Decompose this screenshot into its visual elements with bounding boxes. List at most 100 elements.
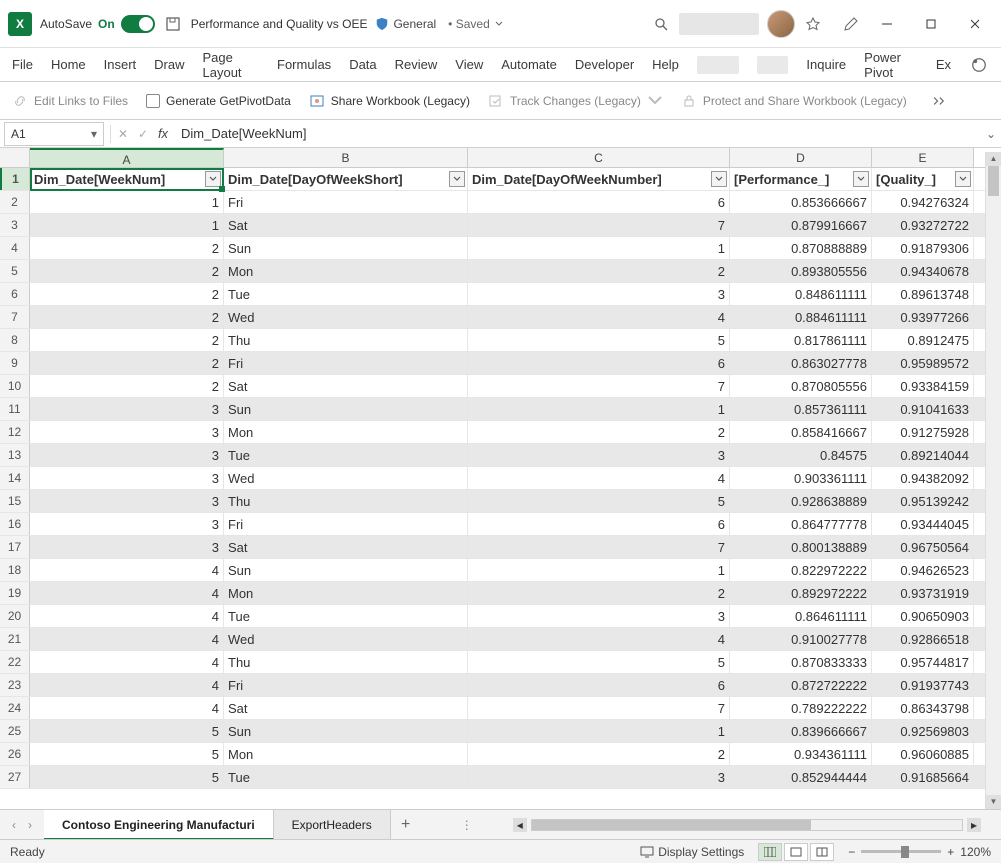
table-header-cell[interactable]: [Performance_] [730, 168, 872, 190]
cell[interactable]: 0.84575 [730, 444, 872, 466]
filter-button[interactable] [205, 171, 221, 187]
cell[interactable]: 3 [30, 467, 224, 489]
table-header-cell[interactable]: Dim_Date[WeekNum] [30, 168, 224, 190]
cell[interactable]: 2 [30, 329, 224, 351]
cell[interactable]: Sun [224, 237, 468, 259]
cell[interactable]: Fri [224, 513, 468, 535]
cell[interactable]: Mon [224, 743, 468, 765]
cell[interactable]: 0.848611111 [730, 283, 872, 305]
cell[interactable]: Tue [224, 605, 468, 627]
cell[interactable]: 0.817861111 [730, 329, 872, 351]
cell[interactable]: Sat [224, 536, 468, 558]
cell[interactable]: Sun [224, 559, 468, 581]
cell[interactable]: 7 [468, 536, 730, 558]
sheet-tab-active[interactable]: Contoso Engineering Manufacturi [44, 810, 274, 840]
cell[interactable]: 6 [468, 352, 730, 374]
cell[interactable]: 4 [30, 651, 224, 673]
cell[interactable]: 0.934361111 [730, 743, 872, 765]
cell[interactable]: 2 [30, 375, 224, 397]
sheet-menu-icon[interactable]: ⋮ [461, 818, 473, 832]
cell[interactable]: 4 [468, 628, 730, 650]
cell[interactable]: Thu [224, 651, 468, 673]
row-header[interactable]: 25 [0, 720, 30, 742]
user-avatar[interactable] [767, 10, 795, 38]
row-header[interactable]: 18 [0, 559, 30, 581]
cell[interactable]: 2 [30, 260, 224, 282]
cell[interactable]: 0.86343798 [872, 697, 974, 719]
normal-view-button[interactable] [758, 843, 782, 861]
cell[interactable]: 1 [468, 237, 730, 259]
cell[interactable]: 7 [468, 375, 730, 397]
cell[interactable]: 0.870888889 [730, 237, 872, 259]
cell[interactable]: 0.91879306 [872, 237, 974, 259]
cell[interactable]: Mon [224, 260, 468, 282]
cell[interactable]: Wed [224, 628, 468, 650]
scroll-right-icon[interactable]: ▸ [967, 818, 981, 832]
cell[interactable]: 4 [468, 467, 730, 489]
cell[interactable]: 3 [468, 605, 730, 627]
cell[interactable]: 2 [468, 260, 730, 282]
cell[interactable]: 1 [468, 720, 730, 742]
cell[interactable]: 0.910027778 [730, 628, 872, 650]
cell[interactable]: 0.839666667 [730, 720, 872, 742]
cell[interactable]: 0.89214044 [872, 444, 974, 466]
name-box[interactable]: A1 ▾ [4, 122, 104, 146]
cell[interactable]: Sat [224, 697, 468, 719]
cell[interactable]: 1 [30, 214, 224, 236]
cell[interactable]: 0.90650903 [872, 605, 974, 627]
saved-indicator[interactable]: • Saved [448, 17, 503, 31]
cell[interactable]: Tue [224, 766, 468, 788]
cell[interactable]: 0.857361111 [730, 398, 872, 420]
row-header[interactable]: 9 [0, 352, 30, 374]
maximize-button[interactable] [913, 12, 949, 36]
row-header[interactable]: 8 [0, 329, 30, 351]
cell[interactable]: 4 [30, 674, 224, 696]
filter-button[interactable] [853, 171, 869, 187]
cell[interactable]: 0.852944444 [730, 766, 872, 788]
row-header[interactable]: 4 [0, 237, 30, 259]
expand-formula-bar-button[interactable]: ⌄ [981, 127, 1001, 141]
row-header[interactable]: 7 [0, 306, 30, 328]
zoom-level[interactable]: 120% [960, 845, 991, 859]
cell[interactable]: Fri [224, 191, 468, 213]
page-layout-view-button[interactable] [784, 843, 808, 861]
cell[interactable]: 0.789222222 [730, 697, 872, 719]
cell[interactable]: 0.94382092 [872, 467, 974, 489]
cell[interactable]: 0.96060885 [872, 743, 974, 765]
row-header[interactable]: 19 [0, 582, 30, 604]
row-header[interactable]: 16 [0, 513, 30, 535]
cell[interactable]: Sat [224, 214, 468, 236]
cell[interactable]: 0.94340678 [872, 260, 974, 282]
tab-more[interactable]: Ex [936, 51, 951, 78]
cell[interactable]: 2 [30, 237, 224, 259]
cell[interactable]: 0.91275928 [872, 421, 974, 443]
col-header-A[interactable]: A [30, 148, 224, 167]
minimize-button[interactable] [869, 12, 905, 36]
tab-data[interactable]: Data [349, 51, 376, 78]
row-header[interactable]: 21 [0, 628, 30, 650]
ribbon-overflow[interactable] [933, 93, 949, 109]
table-header-cell[interactable]: Dim_Date[DayOfWeekShort] [224, 168, 468, 190]
cell[interactable]: 0.93272722 [872, 214, 974, 236]
cell[interactable]: 0.928638889 [730, 490, 872, 512]
cell[interactable]: Mon [224, 582, 468, 604]
page-break-view-button[interactable] [810, 843, 834, 861]
cell[interactable]: 3 [30, 513, 224, 535]
cell[interactable]: 4 [30, 559, 224, 581]
cell[interactable]: 4 [468, 306, 730, 328]
row-header[interactable]: 17 [0, 536, 30, 558]
sensitivity-label[interactable]: General [375, 17, 436, 31]
share-workbook-button[interactable]: Share Workbook (Legacy) [309, 93, 470, 109]
cell[interactable]: Tue [224, 444, 468, 466]
tab-power-pivot[interactable]: Power Pivot [864, 44, 918, 86]
select-all-corner[interactable] [0, 148, 30, 167]
vertical-scrollbar[interactable]: ▲ ▼ [985, 152, 1001, 809]
copilot-icon[interactable] [803, 14, 823, 34]
row-header[interactable]: 10 [0, 375, 30, 397]
filter-button[interactable] [449, 171, 465, 187]
row-header[interactable]: 24 [0, 697, 30, 719]
next-sheet-button[interactable]: › [28, 818, 32, 832]
cell[interactable]: 0.800138889 [730, 536, 872, 558]
table-header-cell[interactable]: [Quality_] [872, 168, 974, 190]
row-header[interactable]: 1 [0, 168, 30, 190]
